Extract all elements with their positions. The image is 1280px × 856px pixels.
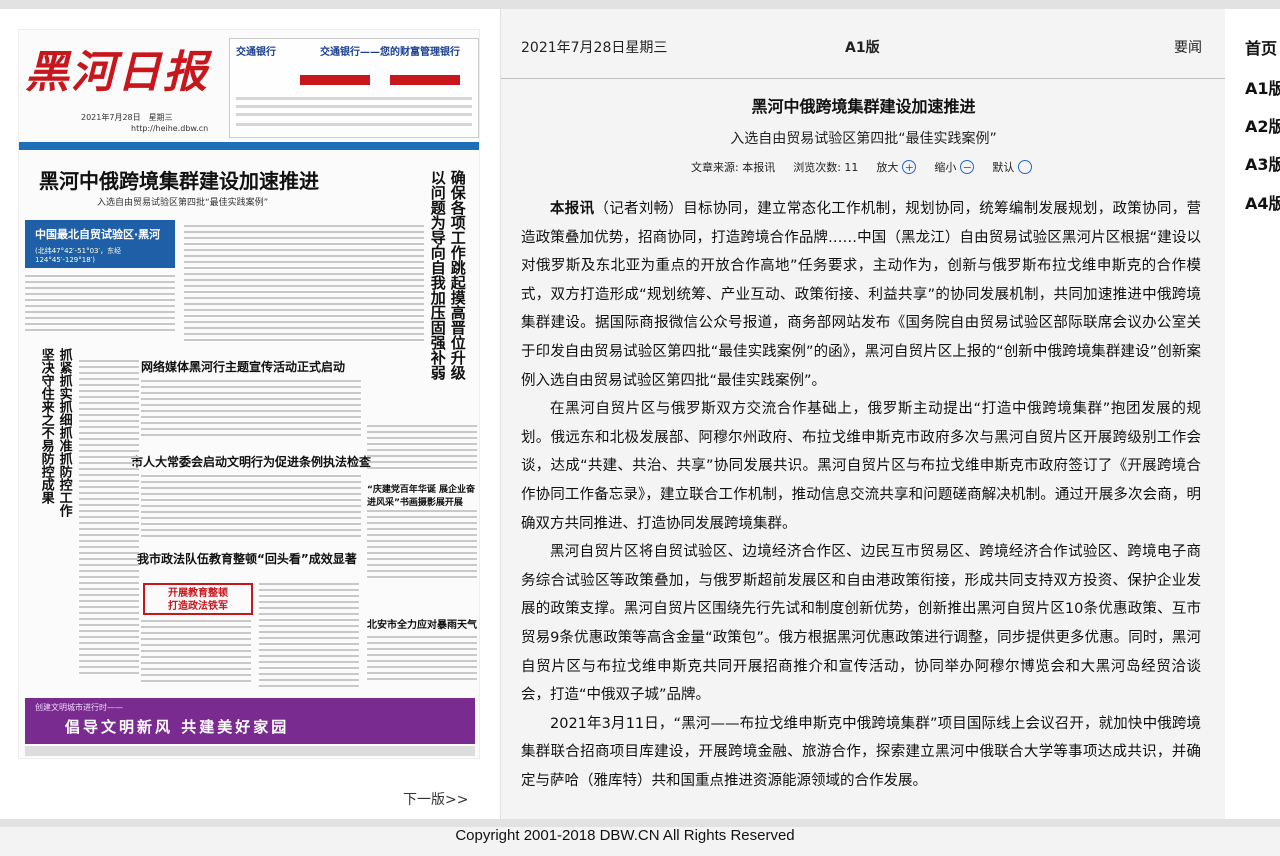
article-body: 本报讯（记者刘畅）目标协同，建立常态化工作机制，规划协同，统筹编制发展规划，政策… xyxy=(521,195,1201,819)
page-frame: 黑河日报 2021年7月28日 星期三 http://heihe.dbw.cn … xyxy=(0,0,1280,856)
next-page-link[interactable]: 下一版>> xyxy=(403,789,468,809)
ad-text xyxy=(236,97,472,100)
nav-item-a1[interactable]: A1版 xyxy=(1245,75,1280,99)
zoom-in-icon[interactable]: + xyxy=(902,160,917,174)
ad-text xyxy=(236,113,472,116)
ad-text xyxy=(236,123,472,126)
article-subtitle: 入选自由贸易试验区第四批“最佳实践案例” xyxy=(730,131,997,147)
copyright-text: Copyright 2001-2018 DBW.CN All Rights Re… xyxy=(455,827,795,844)
vertical-headline: 以问题为导向自我加压固强补弱 xyxy=(428,170,447,380)
bottom-strip xyxy=(0,819,1280,827)
article-meta: 文章来源: 本报讯 浏览次数: 11 放大 + 缩小 − 默认 xyxy=(691,159,1033,175)
zoom-in-label[interactable]: 放大 xyxy=(876,159,898,175)
ftz-box-title: 中国最北自贸试验区·黑河 xyxy=(35,228,161,241)
lead-label: 本报讯 xyxy=(550,201,595,217)
text-column xyxy=(141,620,251,686)
article-paragraph: 2021年3月11日，“黑河——布拉戈维申斯克中俄跨境集群”项目国际线上会议召开… xyxy=(521,715,1201,789)
text-column xyxy=(367,636,477,684)
page-headline: 黑河中俄跨境集群建设加速推进 xyxy=(39,169,319,193)
issue-date: 2021年7月28日 星期三 xyxy=(81,113,173,122)
newspaper-page-image[interactable]: 黑河日报 2021年7月28日 星期三 http://heihe.dbw.cn … xyxy=(18,29,480,759)
article-paragraph: 黑河自贸片区将自贸试验区、边境经济合作区、边民互市贸易区、跨境经济合作试验区、跨… xyxy=(521,544,1201,704)
nav-item-home[interactable]: 首页 xyxy=(1245,35,1277,59)
text-column xyxy=(367,510,477,582)
vertical-headline: 确保各项工作跳起摸高晋位升级 xyxy=(448,170,467,380)
nav-item-a3[interactable]: A3版 xyxy=(1245,151,1280,175)
nav-item-a2[interactable]: A2版 xyxy=(1245,113,1280,137)
zoom-out-icon[interactable]: − xyxy=(960,160,975,174)
section-headline: 网络媒体黑河行主题宣传活动正式启动 xyxy=(141,360,346,374)
bank-ad: 交通银行 交通银行——您的财富管理银行 xyxy=(229,38,479,138)
website-url: http://heihe.dbw.cn xyxy=(131,124,209,133)
section-headline: 北安市全力应对暴雨天气 xyxy=(367,620,477,631)
ftz-box-coords: (北纬47°42′-51°03′，东经124°45′-129°18′) xyxy=(35,247,122,264)
masthead-divider xyxy=(19,142,479,150)
vertical-headline: 抓紧抓实抓细抓准抓防控工作 xyxy=(56,348,72,517)
article-title: 黑河中俄跨境集群建设加速推进 xyxy=(751,97,976,116)
section-headline: “庆建党百年华诞 展企业奋进风采”书画摄影展开展 xyxy=(367,485,476,508)
edition-label: A1版 xyxy=(845,40,880,56)
zoom-out-label[interactable]: 缩小 xyxy=(934,159,956,175)
bank-logo: 交通银行 xyxy=(236,47,276,58)
view-count: 浏览次数: 11 xyxy=(793,161,859,174)
masthead: 黑河日报 2021年7月28日 星期三 http://heihe.dbw.cn xyxy=(19,30,229,133)
civic-banner: 创建文明城市进行时—— 倡导文明新风 共建美好家园 xyxy=(25,698,475,744)
default-size-icon[interactable] xyxy=(1018,160,1033,174)
text-column xyxy=(259,583,359,691)
red-banner: 开展教育整顿 打造政法铁军 xyxy=(143,583,253,615)
section-headline: 我市政法队伍教育整顿“回头看”成效显著 xyxy=(137,552,357,566)
text-column xyxy=(25,275,175,335)
article-paragraph: 在黑河自贸片区与俄罗斯双方交流合作基础上，俄罗斯主动提出“打造中俄跨境集群”抱团… xyxy=(521,401,1201,532)
section-label: 要闻 xyxy=(1174,40,1202,56)
text-column xyxy=(367,425,477,473)
ad-tag xyxy=(300,75,370,85)
ad-text xyxy=(236,105,472,108)
section-headline: 市人大常委会启动文明行为促进条例执法检查 xyxy=(131,455,372,469)
article-header-bar: 2021年7月28日星期三 A1版 要闻 xyxy=(501,9,1226,79)
default-size-label[interactable]: 默认 xyxy=(992,159,1014,175)
article-paragraph: 本报讯（记者刘畅）目标协同，建立常态化工作机制，规划协同，统筹编制发展规划，政策… xyxy=(521,201,1201,389)
page-subheadline: 入选自由贸易试验区第四批“最佳实践案例” xyxy=(97,198,269,208)
ftz-box: 中国最北自贸试验区·黑河 (北纬47°42′-51°03′，东经124°45′-… xyxy=(25,220,175,268)
civic-banner-slogan: 倡导文明新风 共建美好家园 xyxy=(65,718,290,736)
text-column xyxy=(79,360,139,678)
civic-banner-caption: 创建文明城市进行时—— xyxy=(35,703,123,712)
article-date: 2021年7月28日星期三 xyxy=(521,40,668,56)
text-column xyxy=(184,225,424,345)
bank-slogan: 交通银行——您的财富管理银行 xyxy=(320,47,460,58)
nav-item-a4[interactable]: A4版 xyxy=(1245,190,1280,214)
vertical-headline: 坚决守住来之不易防控成果 xyxy=(38,348,54,504)
masthead-title: 黑河日报 xyxy=(25,47,209,98)
newspaper-panel: 黑河日报 2021年7月28日 星期三 http://heihe.dbw.cn … xyxy=(0,9,500,819)
page-footer-strip xyxy=(25,746,475,756)
text-column xyxy=(141,475,361,541)
article-source: 文章来源: 本报讯 xyxy=(691,161,776,174)
edition-nav: 首页 A1版 A2版 A3版 A4版 xyxy=(1225,9,1280,819)
top-strip xyxy=(0,0,1280,9)
text-column xyxy=(141,380,361,440)
ad-tag xyxy=(390,75,460,85)
article-panel: 2021年7月28日星期三 A1版 要闻 黑河中俄跨境集群建设加速推进 入选自由… xyxy=(500,9,1226,819)
